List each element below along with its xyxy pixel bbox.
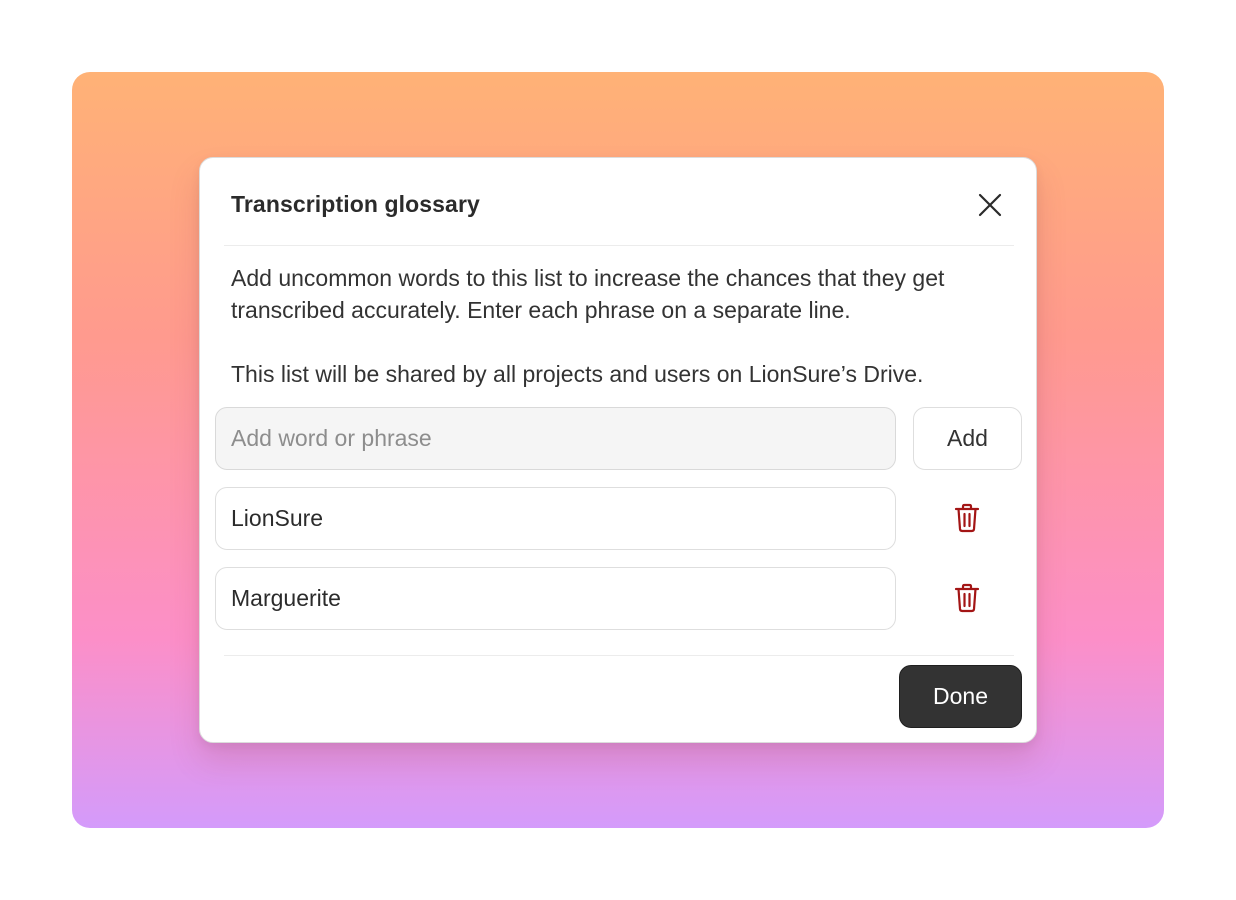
add-phrase-input[interactable] <box>215 407 896 470</box>
dialog-description: Add uncommon words to this list to incre… <box>231 262 1021 390</box>
trash-icon <box>954 503 980 533</box>
add-button[interactable]: Add <box>913 407 1022 470</box>
description-shared-note: This list will be shared by all projects… <box>231 361 924 387</box>
footer-divider <box>224 655 1014 656</box>
header-divider <box>224 245 1014 246</box>
close-button[interactable] <box>973 188 1007 222</box>
delete-entry-button[interactable] <box>948 579 986 617</box>
glossary-entry-input[interactable] <box>215 567 896 630</box>
trash-icon <box>954 583 980 613</box>
glossary-dialog: Transcription glossary Add uncommon word… <box>199 157 1037 743</box>
description-instructions: Add uncommon words to this list to incre… <box>231 265 945 323</box>
done-button[interactable]: Done <box>899 665 1022 728</box>
glossary-entry-input[interactable] <box>215 487 896 550</box>
delete-entry-button[interactable] <box>948 499 986 537</box>
dialog-title: Transcription glossary <box>231 191 480 217</box>
close-icon <box>978 193 1002 217</box>
